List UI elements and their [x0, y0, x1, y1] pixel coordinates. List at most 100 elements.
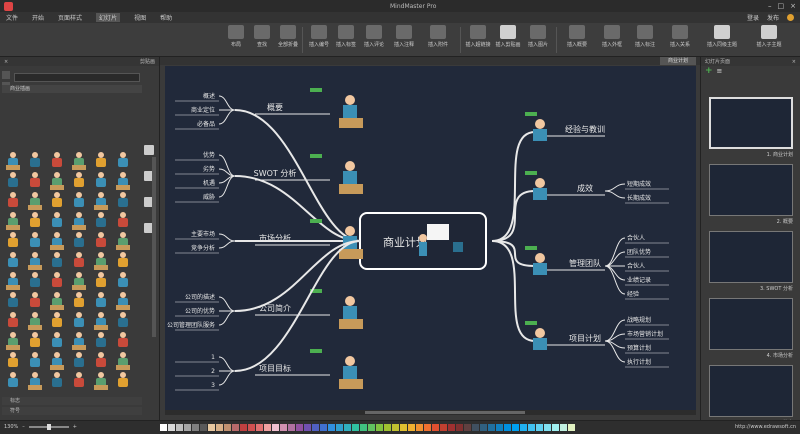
publish-link[interactable]: 发布 [767, 13, 779, 22]
clipart-item[interactable] [48, 292, 66, 310]
clipart-item[interactable] [26, 292, 44, 310]
website-link[interactable]: http://www.edrawsoft.cn [735, 424, 796, 430]
palette-swatch[interactable] [360, 424, 367, 431]
clipart-search-input[interactable] [14, 73, 140, 82]
menu-slides[interactable]: 幻灯片 [96, 13, 121, 22]
subtopic-label[interactable]: 市场营销计划 [627, 330, 663, 338]
pin-icon[interactable] [2, 71, 10, 79]
subtopic-label[interactable]: 1 [211, 354, 215, 361]
clipart-item[interactable] [114, 352, 132, 370]
palette-swatch[interactable] [488, 424, 495, 431]
zoom-slider[interactable] [28, 424, 69, 430]
branch-topic-label[interactable]: 市场分析 [259, 233, 291, 243]
slide-thumbnail[interactable] [709, 231, 793, 283]
palette-swatch[interactable] [440, 424, 447, 431]
menu-help[interactable]: 帮助 [160, 13, 172, 22]
insert-relation-button[interactable]: 插入关系 [662, 25, 698, 55]
subtopic-label[interactable]: 劣势 [203, 165, 215, 173]
clipart-item[interactable] [92, 192, 110, 210]
palette-swatch[interactable] [216, 424, 223, 431]
subtopic-label[interactable]: 公司的描述 [185, 293, 215, 301]
palette-swatch[interactable] [504, 424, 511, 431]
slide-thumbnail[interactable] [709, 298, 793, 350]
maximize-icon[interactable]: □ [778, 2, 785, 10]
palette-swatch[interactable] [432, 424, 439, 431]
clipart-section-header[interactable]: 商业插画 [2, 85, 142, 93]
palette-swatch[interactable] [560, 424, 567, 431]
insert-boundary-button[interactable]: 插入外框 [596, 25, 628, 55]
palette-swatch[interactable] [288, 424, 295, 431]
palette-swatch[interactable] [416, 424, 423, 431]
branch-topic-label[interactable]: 经验与教训 [565, 124, 605, 134]
clipart-item[interactable] [48, 192, 66, 210]
clipart-item[interactable] [114, 192, 132, 210]
insert-numbering-button[interactable]: 插入编号 [306, 25, 332, 55]
palette-swatch[interactable] [376, 424, 383, 431]
clipart-item[interactable] [114, 372, 132, 390]
palette-swatch[interactable] [480, 424, 487, 431]
clipart-item[interactable] [48, 372, 66, 390]
clipart-item[interactable] [114, 152, 132, 170]
clipart-item[interactable] [70, 152, 88, 170]
clipart-item[interactable] [92, 212, 110, 230]
clipart-item[interactable] [92, 232, 110, 250]
clipart-item[interactable] [70, 272, 88, 290]
clipart-item[interactable] [114, 312, 132, 330]
clipart-item[interactable] [4, 332, 22, 350]
clipart-item[interactable] [92, 252, 110, 270]
clipart-item[interactable] [26, 212, 44, 230]
insert-note-button[interactable]: 插入注释 [390, 25, 418, 55]
subtopic-label[interactable]: 竞争分析 [191, 244, 215, 252]
subtopic-label[interactable]: 业绩记录 [627, 276, 651, 284]
branch-topic-label[interactable]: 项目计划 [569, 333, 601, 343]
clipart-item[interactable] [48, 272, 66, 290]
clipart-item[interactable] [4, 252, 22, 270]
palette-swatch[interactable] [464, 424, 471, 431]
palette-swatch[interactable] [320, 424, 327, 431]
footer-section-symbols[interactable]: 标志 [2, 397, 142, 405]
palette-swatch[interactable] [312, 424, 319, 431]
subtopic-label[interactable]: 机遇 [203, 179, 215, 187]
clipart-item[interactable] [114, 332, 132, 350]
clipart-item[interactable] [4, 192, 22, 210]
category-grid-icon[interactable] [144, 145, 154, 155]
clipart-item[interactable] [4, 152, 22, 170]
mindmap-svg[interactable]: 商业计划概要概述商业定位必备品SWOT 分析优势劣势机遇威胁市场分析主要市场竞争… [165, 66, 696, 410]
clipart-item[interactable] [4, 272, 22, 290]
palette-swatch[interactable] [536, 424, 543, 431]
clipart-item[interactable] [114, 172, 132, 190]
clipart-item[interactable] [26, 352, 44, 370]
clipart-item[interactable] [70, 332, 88, 350]
palette-swatch[interactable] [368, 424, 375, 431]
palette-swatch[interactable] [208, 424, 215, 431]
branch-topic-label[interactable]: 管理团队 [569, 258, 601, 268]
clipart-item[interactable] [92, 372, 110, 390]
subtopic-label[interactable]: 概述 [203, 92, 215, 100]
clipart-item[interactable] [114, 252, 132, 270]
palette-swatch[interactable] [448, 424, 455, 431]
subtopic-label[interactable]: 执行计划 [627, 358, 651, 366]
clipart-item[interactable] [48, 332, 66, 350]
tab-business-plan[interactable]: 商业计划 [660, 57, 696, 65]
clipart-item[interactable] [92, 172, 110, 190]
clipart-item[interactable] [26, 272, 44, 290]
add-slide-icon[interactable]: + [705, 66, 713, 76]
clipart-item[interactable] [70, 352, 88, 370]
slide-thumbnail[interactable] [709, 97, 793, 149]
palette-swatch[interactable] [272, 424, 279, 431]
subtopic-label[interactable]: 经验 [627, 290, 639, 298]
subtopic-label[interactable]: 2 [211, 368, 215, 375]
subtopic-label[interactable]: 短期成效 [627, 180, 651, 188]
palette-swatch[interactable] [496, 424, 503, 431]
zoom-in-icon[interactable]: + [73, 424, 77, 430]
clipart-item[interactable] [48, 352, 66, 370]
palette-swatch[interactable] [280, 424, 287, 431]
clipart-item[interactable] [48, 212, 66, 230]
palette-swatch[interactable] [424, 424, 431, 431]
palette-swatch[interactable] [184, 424, 191, 431]
palette-swatch[interactable] [344, 424, 351, 431]
clipart-item[interactable] [70, 292, 88, 310]
clipart-scrollbar[interactable] [152, 157, 156, 337]
clipart-item[interactable] [48, 152, 66, 170]
clipart-item[interactable] [70, 252, 88, 270]
